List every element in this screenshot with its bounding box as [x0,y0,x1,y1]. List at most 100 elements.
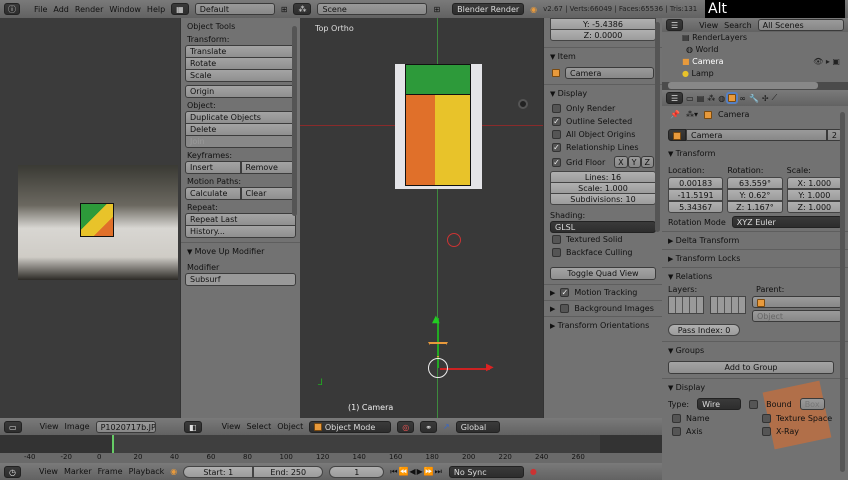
object-tools-title[interactable]: Object Tools [187,22,235,31]
grid-floor-checkbox[interactable]: ✓ Grid Floor XYZ [544,154,662,170]
current-frame-field[interactable]: 1 [329,465,385,478]
display-type-select[interactable]: Wire [697,398,742,410]
insert-keyframe-button[interactable]: Insert [185,161,241,174]
record-icon[interactable]: ● [530,467,537,476]
auto-keyframe-icon[interactable]: ◉ [170,467,177,476]
modifiers-tab-icon[interactable]: 🔧 [749,94,759,103]
3d-cursor-icon[interactable] [447,233,461,247]
3d-editor-type-icon[interactable]: ◧ [184,420,202,433]
select-menu[interactable]: Select [247,422,272,431]
image-editor[interactable] [0,18,180,418]
menu-add[interactable]: Add [53,5,69,14]
frame-menu[interactable]: Frame [98,467,123,476]
menu-render[interactable]: Render [75,5,103,14]
transform-orientations-panel[interactable]: Transform Orientations [544,316,662,334]
info-editor-icon[interactable]: ⓘ [4,3,20,15]
pivot-icon[interactable]: ⚭ [420,420,437,433]
start-frame-field[interactable]: Start: 1 [183,465,254,478]
outliner-item-camera[interactable]: ■ Camera 👁 ▸ ▣ [682,56,848,68]
outliner-item-lamp[interactable]: ● Lamp [682,68,848,80]
relations-panel-title[interactable]: Relations [662,267,848,285]
layers-tab-icon[interactable]: ▤ [697,94,705,103]
axis-x-toggle[interactable]: X [614,156,628,168]
object-browse-icon[interactable] [673,131,681,140]
modifier-field[interactable]: Subsurf [185,273,296,286]
remove-keyframe-button[interactable]: Remove [240,161,296,174]
add-scene-icon[interactable]: ⊞ [433,5,440,14]
transform-locks-panel[interactable]: Transform Locks [662,249,848,267]
constraints-tab-icon[interactable]: ∞ [739,94,746,103]
scale-z-field[interactable]: Z: 1.000 [786,201,842,213]
outliner-item-world[interactable]: ◍ World [682,44,848,56]
marker-menu[interactable]: Marker [64,467,92,476]
outliner-search-menu[interactable]: Search [724,21,751,30]
join-button[interactable]: Join [185,135,296,148]
layout-icon[interactable]: ▦ [171,3,189,15]
menu-help[interactable]: Help [147,5,165,14]
layers-grid-b[interactable] [710,296,746,314]
backface-culling-checkbox[interactable]: Backface Culling [544,246,662,259]
history-button[interactable]: History... [185,225,296,238]
object-name-field[interactable]: Camera [686,129,827,141]
playback-controls[interactable]: ⏮⏪◀▶⏩⏭ [390,467,443,477]
render-engine-select[interactable]: Blender Render [452,3,525,15]
outliner-item-renderlayers[interactable]: ▤ RenderLayers [682,32,848,44]
name-checkbox[interactable]: Name [668,413,758,424]
scene-link-icon[interactable]: ⁂▾ [686,110,698,119]
grid-subdivisions-field[interactable]: Subdivisions: 10 [550,193,656,205]
clear-button[interactable]: Clear [240,187,296,200]
parent-field[interactable] [752,296,842,308]
location-x-field[interactable]: 0.00183 [668,177,724,189]
xray-checkbox[interactable]: X-Ray [758,426,803,437]
camera-object[interactable] [428,358,448,378]
relationship-lines-checkbox[interactable]: ✓ Relationship Lines [544,141,662,154]
end-frame-field[interactable]: End: 250 [253,465,324,478]
item-panel-title[interactable]: Item [544,47,662,65]
origin-button[interactable]: Origin [185,85,296,98]
timeline-editor-icon[interactable]: ◷ [4,465,21,478]
only-render-checkbox[interactable]: Only Render [544,102,662,115]
timeline-ruler[interactable]: -40 -20 0 20 40 60 80 100 120 140 160 180 200 220 240 2… [0,453,662,463]
bound-checkbox[interactable] [749,399,759,409]
motion-tracking-panel[interactable]: ✓Motion Tracking [544,284,662,300]
lamp-icon[interactable] [518,99,528,109]
toggle-quad-view-button[interactable]: Toggle Quad View [550,267,656,280]
image-file-field[interactable]: P1020717b.JPG [95,420,156,433]
outliner-view-menu[interactable]: View [699,21,718,30]
add-layout-icon[interactable]: ⊞ [281,5,288,14]
axis-z-toggle[interactable]: Z [640,156,654,168]
outline-selected-checkbox[interactable]: ✓ Outline Selected [544,115,662,128]
view-menu[interactable]: View [222,422,241,431]
all-object-origins-checkbox[interactable]: All Object Origins [544,128,662,141]
parent-type-select[interactable]: Object [752,310,842,322]
physics-tab-icon[interactable]: ⟋ [772,93,778,103]
add-to-group-button[interactable]: Add to Group [668,361,834,374]
playback-menu[interactable]: Playback [129,467,165,476]
location-y-field[interactable]: -11.5191 [668,189,724,201]
bound-type-select[interactable]: Box [799,398,825,410]
background-images-panel[interactable]: Background Images [544,300,662,316]
location-z-field[interactable]: Z: 0.0000 [550,29,656,41]
pin-icon[interactable]: 📌 [670,110,680,119]
render-tab-icon[interactable]: ▭ [686,94,694,103]
layers-grid-a[interactable] [668,296,704,314]
properties-scrollbar[interactable] [840,112,845,472]
orientation-select[interactable]: Global [455,420,500,433]
sync-select[interactable]: No Sync [448,465,524,478]
scale-y-field[interactable]: Y: 1.000 [786,189,842,201]
image-menu[interactable]: Image [65,422,90,431]
display-panel-title[interactable]: Display [544,84,662,102]
pass-index-field[interactable]: Pass Index: 0 [668,324,740,336]
object-tab-icon[interactable] [726,92,739,104]
object-name-field[interactable]: Camera [565,67,654,79]
rotation-x-field[interactable]: 63.559° [727,177,783,189]
manipulator-icon[interactable]: ↗ [443,422,450,431]
tool-shelf-scrollbar[interactable] [292,26,297,216]
image-view-menu[interactable]: View [40,422,59,431]
scale-x-field[interactable]: X: 1.000 [786,177,842,189]
data-tab-icon[interactable]: ✢ [762,94,769,103]
image-editor-type-icon[interactable]: ▭ [4,420,22,433]
axis-y-toggle[interactable]: Y [627,156,641,168]
viewport-shading-icon[interactable]: ◎ [397,420,415,433]
shelf-scrollbar[interactable] [655,22,660,232]
